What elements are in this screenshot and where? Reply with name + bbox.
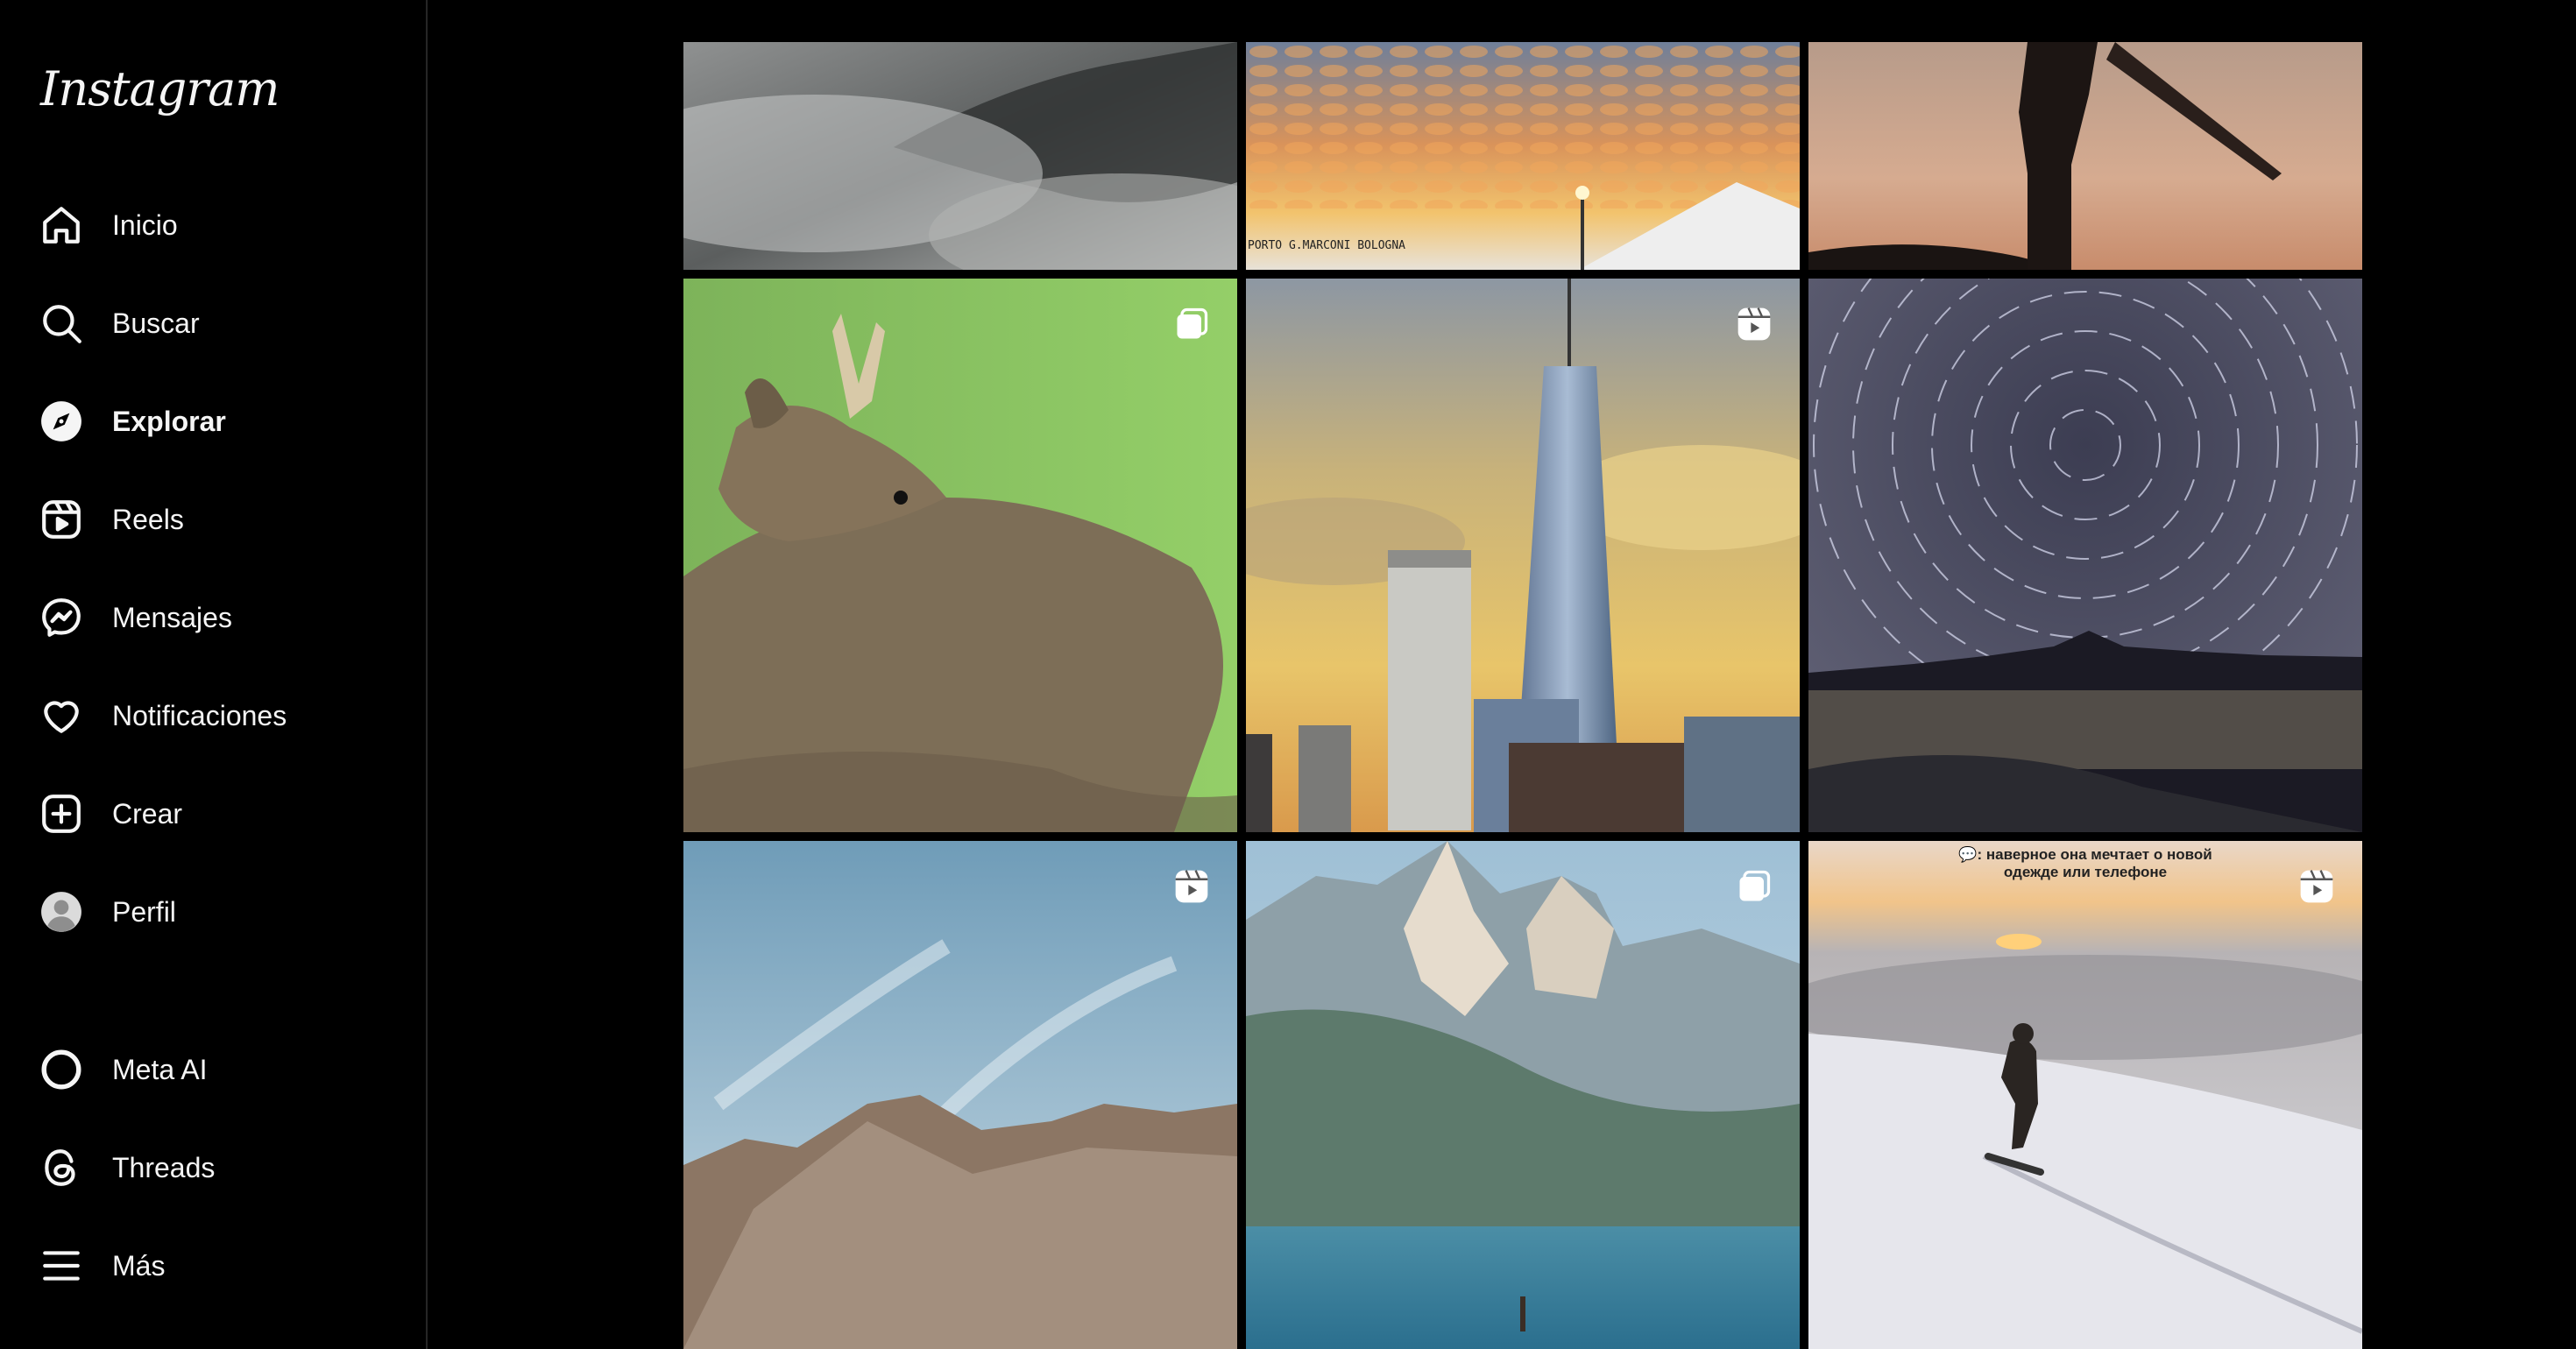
snowboarder-image	[1808, 841, 2362, 1349]
nav-item-crear[interactable]: Crear	[21, 773, 407, 854]
nav-label: Reels	[112, 503, 184, 535]
explore-tile[interactable]	[1808, 42, 2362, 270]
explore-tile[interactable]	[1808, 279, 2362, 832]
nav-item-inicio[interactable]: Inicio	[21, 185, 407, 265]
nav-label: Mensajes	[112, 601, 232, 633]
sunset-clouds-image: PORTO G.MARCONI BOLOGNA	[1246, 42, 1800, 270]
menu-icon	[21, 1225, 102, 1306]
messenger-icon	[21, 577, 102, 658]
explore-tile[interactable]: 💬: наверное она мечтает о новой одежде и…	[1808, 841, 2362, 1349]
heart-icon	[21, 675, 102, 756]
explore-tile[interactable]	[683, 279, 1237, 832]
carousel-icon	[1739, 870, 1771, 901]
nav-label: Explorar	[112, 405, 226, 437]
nav-item-mas[interactable]: Más	[21, 1225, 407, 1306]
nav-label: Meta AI	[112, 1053, 208, 1085]
nav-item-mensajes[interactable]: Mensajes	[21, 577, 407, 658]
explore-tile[interactable]	[683, 42, 1237, 270]
nav-item-notificaciones[interactable]: Notificaciones	[21, 675, 407, 756]
reels-icon	[21, 479, 102, 560]
home-icon	[21, 185, 102, 265]
nav-label: Más	[112, 1249, 166, 1282]
surfer-silhouette-image	[1808, 42, 2362, 270]
nav-label: Crear	[112, 797, 183, 830]
reels-icon	[1737, 307, 1771, 341]
roe-deer-image	[683, 279, 1237, 832]
explore-tile[interactable]	[683, 841, 1237, 1349]
explore-tile[interactable]	[1246, 279, 1800, 832]
skyline-image	[1246, 279, 1800, 832]
explore-tile[interactable]	[1246, 841, 1800, 1349]
instagram-logo[interactable]: Instagram	[40, 61, 280, 117]
fog-forest-image	[683, 42, 1237, 270]
sidebar: Instagram Inicio Buscar Explorar Reels M…	[0, 0, 428, 1349]
nav-label: Inicio	[112, 208, 178, 241]
threads-icon	[21, 1127, 102, 1208]
nav-label: Threads	[112, 1151, 216, 1183]
nav-label: Perfil	[112, 895, 176, 928]
nav-label: Notificaciones	[112, 699, 287, 731]
post-caption: 💬: наверное она мечтает о новой одежде и…	[1958, 846, 2212, 880]
search-icon	[21, 283, 102, 364]
nav-item-threads[interactable]: Threads	[21, 1127, 407, 1208]
explore-grid: PORTO G.MARCONI BOLOGNA 💬: наверное она …	[683, 0, 2364, 1349]
reels-icon	[2300, 870, 2333, 903]
compass-icon	[21, 381, 102, 462]
nav-item-buscar[interactable]: Buscar	[21, 283, 407, 364]
reels-icon	[1175, 870, 1208, 903]
carousel-icon	[1177, 307, 1208, 339]
plus-square-icon	[21, 773, 102, 854]
mountains-lake-image	[1246, 841, 1800, 1349]
meta-ai-icon	[21, 1029, 102, 1110]
nav-item-meta-ai[interactable]: Meta AI	[21, 1029, 407, 1110]
explore-tile[interactable]: PORTO G.MARCONI BOLOGNA	[1246, 42, 1800, 270]
star-trails-image	[1808, 279, 2362, 832]
nav-item-reels[interactable]: Reels	[21, 479, 407, 560]
nav-item-perfil[interactable]: Perfil	[21, 872, 407, 952]
rocky-mountain-image	[683, 841, 1237, 1349]
nav-label: Buscar	[112, 307, 200, 339]
airport-sign-text: PORTO G.MARCONI BOLOGNA	[1248, 239, 1405, 252]
avatar-icon	[21, 872, 102, 952]
nav-item-explorar[interactable]: Explorar	[21, 381, 407, 462]
